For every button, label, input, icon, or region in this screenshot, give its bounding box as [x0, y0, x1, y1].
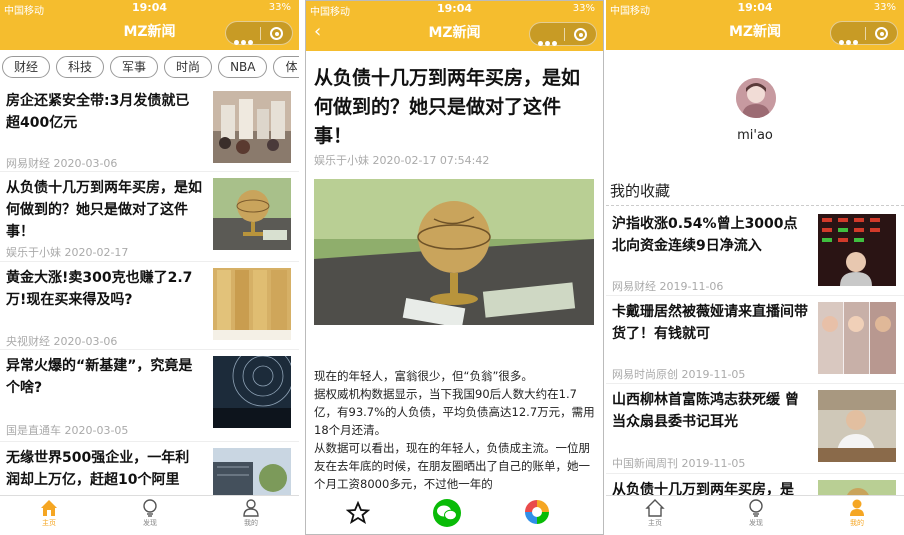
clock: 19:04: [737, 1, 773, 14]
close-miniprogram-icon[interactable]: [875, 27, 888, 40]
article-title: 从负债十几万到两年买房，是如何做到的？她只是做对了这件事！: [314, 67, 581, 147]
status-bar: 中国移动 19:04 33%: [306, 1, 603, 18]
miniprogram-capsule[interactable]: [529, 22, 597, 46]
home-screen: 中国移动 19:04 33% MZ新闻 财经 科技 军事 时尚 NBA 体 房企还紧安全带…: [0, 0, 299, 535]
bulb-icon: [143, 499, 157, 517]
tab-mine[interactable]: 我的: [827, 498, 887, 528]
avatar[interactable]: [736, 78, 776, 118]
user-icon: [850, 499, 864, 516]
nav-bar: 中国移动 19:04 33% MZ新闻: [0, 0, 299, 50]
nav-bar: 中国移动 19:04 33% MZ新闻: [606, 0, 904, 50]
star-icon[interactable]: [346, 501, 370, 525]
news-thumbnail: [213, 178, 291, 250]
miniprogram-capsule[interactable]: [225, 21, 293, 45]
favorite-item[interactable]: 山西柳林首富陈鸿志获死缓 曾当众扇县委书记耳光 中国新闻周刊 2019-11-0…: [606, 384, 904, 474]
more-icon[interactable]: [234, 30, 256, 45]
article-paragraph: 现在的年轻人，富翁很少，但“负翁”很多。: [314, 369, 533, 383]
more-icon[interactable]: [839, 30, 861, 45]
status-bar: 中国移动 19:04 33%: [606, 0, 904, 17]
moments-share-icon[interactable]: [524, 499, 550, 525]
tab-discover[interactable]: 发现: [120, 498, 180, 528]
tag-nba[interactable]: NBA: [218, 56, 268, 78]
news-meta: 国是直通车 2020-03-05: [6, 424, 129, 437]
tag-finance[interactable]: 财经: [2, 56, 51, 78]
news-thumbnail: [818, 302, 896, 374]
battery-label: 33%: [873, 2, 896, 13]
tab-label: 主页: [648, 519, 662, 527]
news-meta: 网易财经 2019-11-06: [612, 280, 724, 293]
news-meta: 网易时尚原创 2019-11-05: [612, 368, 746, 381]
tab-label: 我的: [244, 519, 258, 527]
battery-label: 33%: [572, 3, 595, 14]
tag-tech[interactable]: 科技: [56, 56, 105, 78]
profile-screen: 中国移动 19:04 33% MZ新闻 mi'ao 我的收藏 沪指收涨0.54%…: [606, 0, 904, 535]
article-screen: 中国移动 19:04 33% ‹ MZ新闻 从负债十几万到两年买房，是如何做到的…: [305, 0, 604, 535]
clock: 19:04: [131, 1, 167, 14]
tag-military[interactable]: 军事: [110, 56, 159, 78]
close-miniprogram-icon[interactable]: [270, 27, 283, 40]
news-thumbnail: [818, 390, 896, 462]
article-action-bar: [306, 498, 603, 534]
status-bar: 中国移动 19:04 33%: [0, 0, 299, 17]
tab-bar: 主页 发现 我的: [606, 495, 904, 535]
bulb-icon: [749, 499, 763, 517]
news-title: 房企还紧安全带:3月发债就已超400亿元: [6, 93, 190, 131]
news-title: 黄金大涨!卖300克也赚了2.7万!现在买来得及吗?: [6, 270, 193, 308]
home-icon: [41, 500, 57, 516]
news-title: 沪指收涨0.54%曾上3000点北向资金连续9日净流入: [612, 216, 798, 254]
favorites-heading: 我的收藏: [610, 182, 671, 200]
news-thumbnail: [818, 214, 896, 286]
article-body: 现在的年轻人，富翁很少，但“负翁”很多。 据权威机构数据显示，当下我国90后人数…: [314, 367, 596, 493]
news-thumbnail: [213, 356, 291, 428]
news-title: 无缘世界500强企业，一年利润却上万亿，赶超10个阿里: [6, 450, 190, 488]
news-title: 异常火爆的“新基建”，究竟是个啥?: [6, 358, 193, 396]
miniprogram-capsule[interactable]: [830, 21, 898, 45]
news-meta: 娱乐于小妹 2020-02-17: [6, 246, 129, 259]
home-icon: [645, 499, 665, 517]
tab-mine[interactable]: 我的: [221, 498, 281, 528]
news-item[interactable]: 房企还紧安全带:3月发债就已超400亿元 网易财经 2020-03-06: [0, 85, 299, 172]
tab-label: 发现: [749, 519, 763, 527]
news-meta: 央视财经 2020-03-06: [6, 335, 118, 348]
tab-home[interactable]: 主页: [19, 498, 79, 528]
category-tags: 财经 科技 军事 时尚 NBA 体: [2, 56, 299, 78]
news-thumbnail: [213, 91, 291, 163]
close-miniprogram-icon[interactable]: [574, 28, 587, 41]
news-item[interactable]: 黄金大涨!卖300克也赚了2.7万!现在买来得及吗? 央视财经 2020-03-…: [0, 262, 299, 350]
favorite-item[interactable]: 卡戴珊居然被薇娅请来直播间带货了！有钱就可 网易时尚原创 2019-11-05: [606, 296, 904, 384]
tab-label: 我的: [850, 519, 864, 527]
article-image: [314, 179, 594, 325]
battery-label: 33%: [268, 2, 291, 13]
tab-bar: 主页 发现 我的: [0, 495, 299, 535]
article-paragraph: 据权威机构数据显示，当下我国90后人数大约在1.7亿，有93.7%的人负债，平均…: [314, 387, 595, 437]
tab-discover[interactable]: 发现: [726, 498, 786, 528]
more-icon[interactable]: [538, 31, 560, 46]
tab-label: 主页: [42, 519, 56, 527]
clock: 19:04: [436, 2, 472, 15]
wechat-share-icon[interactable]: [433, 499, 461, 527]
news-item[interactable]: 异常火爆的“新基建”，究竟是个啥? 国是直通车 2020-03-05: [0, 350, 299, 442]
news-meta: 网易财经 2020-03-06: [6, 157, 118, 170]
tag-fashion[interactable]: 时尚: [164, 56, 213, 78]
article-paragraph: 从数据可以看出，现在的年轻人，负债成主流。一位朋友在去年底的时候，在朋友圈晒出了…: [314, 441, 590, 491]
news-title: 卡戴珊居然被薇娅请来直播间带货了！有钱就可: [612, 304, 808, 342]
article-meta: 娱乐于小妹 2020-02-17 07:54:42: [314, 154, 490, 167]
tab-label: 发现: [143, 519, 157, 527]
news-title: 从负债十几万到两年买房，是如何做到的？她只是做对了这件事！: [6, 180, 202, 240]
news-meta: 中国新闻周刊 2019-11-05: [612, 457, 746, 470]
nav-bar: 中国移动 19:04 33% ‹ MZ新闻: [306, 1, 603, 51]
news-item[interactable]: 无缘世界500强企业，一年利润却上万亿，赶超10个阿里: [0, 442, 299, 520]
tag-sports[interactable]: 体: [273, 56, 299, 78]
user-icon: [243, 499, 259, 517]
news-item[interactable]: 从负债十几万到两年买房，是如何做到的？她只是做对了这件事！ 娱乐于小妹 2020…: [0, 172, 299, 262]
news-title: 山西柳林首富陈鸿志获死缓 曾当众扇县委书记耳光: [612, 392, 799, 430]
favorite-item[interactable]: 沪指收涨0.54%曾上3000点北向资金连续9日净流入 网易财经 2019-11…: [606, 208, 904, 296]
username: mi'ao: [737, 128, 773, 143]
tab-home[interactable]: 主页: [625, 498, 685, 528]
news-thumbnail: [213, 268, 291, 340]
